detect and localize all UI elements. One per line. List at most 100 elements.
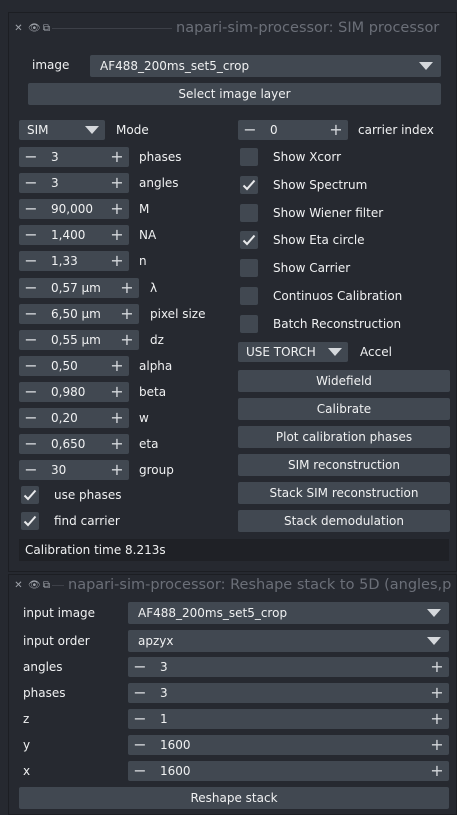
select-image-layer-button[interactable]: Select image layer bbox=[28, 83, 441, 105]
widefield-button[interactable]: Widefield bbox=[238, 370, 450, 392]
minus-icon[interactable]: − bbox=[21, 434, 41, 454]
mode-select[interactable]: SIM bbox=[19, 120, 105, 140]
minus-icon[interactable]: − bbox=[21, 199, 41, 219]
checkbox-show-eta-circle[interactable]: Show Eta circle bbox=[240, 231, 440, 251]
checkbox-show-spectrum[interactable]: Show Spectrum bbox=[240, 175, 440, 196]
minus-icon[interactable]: − bbox=[130, 735, 150, 755]
title-bar-grip[interactable] bbox=[52, 584, 64, 586]
spinbox-phases[interactable]: −3 + bbox=[19, 147, 129, 167]
dim-spinbox-x[interactable]: −1600 + bbox=[128, 761, 449, 781]
dim-spinbox-z[interactable]: −1 + bbox=[128, 709, 449, 729]
spinbox-value: 3 bbox=[51, 150, 59, 164]
close-icon[interactable]: ✕ bbox=[14, 580, 23, 591]
checkbox-show-carrier[interactable]: Show Carrier bbox=[240, 259, 440, 279]
checkbox-unchecked[interactable] bbox=[240, 314, 258, 333]
checkbox-show-wiener-filter[interactable]: Show Wiener filter bbox=[240, 203, 440, 224]
input-order-select[interactable]: apzyx bbox=[128, 630, 449, 652]
carrier-index-spinbox[interactable]: − 0 + bbox=[238, 120, 348, 140]
stack-sim-reconstruction-button[interactable]: Stack SIM reconstruction bbox=[238, 482, 450, 504]
spinbox-pixel-size[interactable]: −6,50 µm + bbox=[19, 303, 139, 324]
dock-title-bar-2[interactable]: ✕ 👁 ⧉ napari-sim-processor: Reshape stac… bbox=[8, 575, 457, 595]
spinbox-group[interactable]: −30 + bbox=[19, 460, 129, 481]
plot-calibration-phases-button[interactable]: Plot calibration phases bbox=[238, 426, 450, 448]
spinbox-eta[interactable]: −0,650 + bbox=[19, 434, 129, 455]
checkbox-unchecked[interactable] bbox=[240, 148, 258, 166]
plus-icon[interactable]: + bbox=[107, 251, 127, 271]
spinbox-alpha[interactable]: −0,50 + bbox=[19, 355, 129, 376]
checkbox-find-carrier[interactable]: find carrier bbox=[21, 512, 221, 532]
plus-icon[interactable]: + bbox=[107, 434, 127, 454]
plus-icon[interactable]: + bbox=[427, 683, 447, 703]
image-select[interactable]: AF488_200ms_set5_crop bbox=[90, 55, 441, 77]
minus-icon[interactable]: − bbox=[130, 683, 150, 703]
reshape-stack-button[interactable]: Reshape stack bbox=[19, 787, 449, 809]
accel-select[interactable]: USE TORCH bbox=[238, 342, 348, 362]
minus-icon[interactable]: − bbox=[21, 147, 41, 167]
checkbox-show-xcorr[interactable]: Show Xcorr bbox=[240, 148, 440, 168]
minus-icon[interactable]: − bbox=[21, 356, 41, 376]
minus-icon[interactable]: − bbox=[21, 382, 41, 402]
checkbox-batch-reconstruction[interactable]: Batch Reconstruction bbox=[240, 314, 440, 335]
plus-icon[interactable]: + bbox=[107, 199, 127, 219]
dim-spinbox-y[interactable]: −1600 + bbox=[128, 735, 449, 755]
sim-reconstruction-button[interactable]: SIM reconstruction bbox=[238, 454, 450, 476]
checkbox-checked[interactable] bbox=[21, 486, 39, 504]
plus-icon[interactable]: + bbox=[427, 761, 447, 781]
checkbox-continuos-calibration[interactable]: Continuos Calibration bbox=[240, 287, 440, 307]
dim-spinbox-angles[interactable]: −3 + bbox=[128, 657, 449, 677]
checkbox-unchecked[interactable] bbox=[240, 259, 258, 278]
plus-icon[interactable]: + bbox=[326, 120, 346, 140]
checkbox-unchecked[interactable] bbox=[240, 287, 258, 305]
spinbox-angles[interactable]: −3 + bbox=[19, 173, 129, 194]
spinbox-w[interactable]: −0,20 + bbox=[19, 408, 129, 428]
minus-icon[interactable]: − bbox=[130, 761, 150, 781]
minus-icon[interactable]: − bbox=[21, 251, 41, 271]
minus-icon[interactable]: − bbox=[21, 408, 41, 428]
minus-icon[interactable]: − bbox=[240, 120, 260, 140]
calibrate-button[interactable]: Calibrate bbox=[238, 398, 450, 420]
hide-icon[interactable]: 👁 bbox=[28, 580, 41, 591]
plus-icon[interactable]: + bbox=[107, 408, 127, 428]
spinbox-[interactable]: −0,57 µm + bbox=[19, 277, 139, 298]
dock-title-bar[interactable]: ✕ 👁 ⧉ napari-sim-processor: SIM processo… bbox=[8, 18, 457, 38]
minus-icon[interactable]: − bbox=[21, 173, 41, 193]
plus-icon[interactable]: + bbox=[117, 278, 137, 298]
float-icon[interactable]: ⧉ bbox=[42, 23, 51, 34]
plus-icon[interactable]: + bbox=[107, 147, 127, 167]
spinbox-dz[interactable]: −0,55 µm + bbox=[19, 329, 139, 350]
checkbox-unchecked[interactable] bbox=[240, 203, 258, 222]
checkbox-checked[interactable] bbox=[240, 231, 258, 250]
minus-icon[interactable]: − bbox=[21, 225, 41, 245]
minus-icon[interactable]: − bbox=[21, 278, 41, 298]
close-icon[interactable]: ✕ bbox=[14, 23, 23, 34]
spinbox-m[interactable]: −90,000 + bbox=[19, 199, 129, 220]
spinbox-n[interactable]: −1,33 + bbox=[19, 251, 129, 272]
stack-demodulation-button[interactable]: Stack demodulation bbox=[238, 510, 450, 532]
checkbox-use-phases[interactable]: use phases bbox=[21, 486, 221, 506]
minus-icon[interactable]: − bbox=[21, 304, 41, 324]
plus-icon[interactable]: + bbox=[117, 330, 137, 350]
mode-label: Mode bbox=[116, 123, 149, 137]
plus-icon[interactable]: + bbox=[427, 735, 447, 755]
minus-icon[interactable]: − bbox=[130, 709, 150, 729]
minus-icon[interactable]: − bbox=[21, 460, 41, 480]
dim-spinbox-phases[interactable]: −3 + bbox=[128, 683, 449, 703]
title-bar-grip[interactable] bbox=[52, 27, 172, 29]
spinbox-na[interactable]: −1,400 + bbox=[19, 225, 129, 246]
float-icon[interactable]: ⧉ bbox=[42, 580, 51, 591]
input-image-select[interactable]: AF488_200ms_set5_crop bbox=[128, 602, 449, 624]
hide-icon[interactable]: 👁 bbox=[28, 23, 41, 34]
plus-icon[interactable]: + bbox=[107, 460, 127, 480]
plus-icon[interactable]: + bbox=[427, 709, 447, 729]
plus-icon[interactable]: + bbox=[107, 382, 127, 402]
plus-icon[interactable]: + bbox=[107, 173, 127, 193]
plus-icon[interactable]: + bbox=[107, 356, 127, 376]
spinbox-beta[interactable]: −0,980 + bbox=[19, 381, 129, 402]
checkbox-checked[interactable] bbox=[21, 512, 39, 530]
minus-icon[interactable]: − bbox=[21, 330, 41, 350]
checkbox-checked[interactable] bbox=[240, 175, 258, 194]
plus-icon[interactable]: + bbox=[117, 304, 137, 324]
plus-icon[interactable]: + bbox=[427, 657, 447, 677]
plus-icon[interactable]: + bbox=[107, 225, 127, 245]
minus-icon[interactable]: − bbox=[130, 657, 150, 677]
